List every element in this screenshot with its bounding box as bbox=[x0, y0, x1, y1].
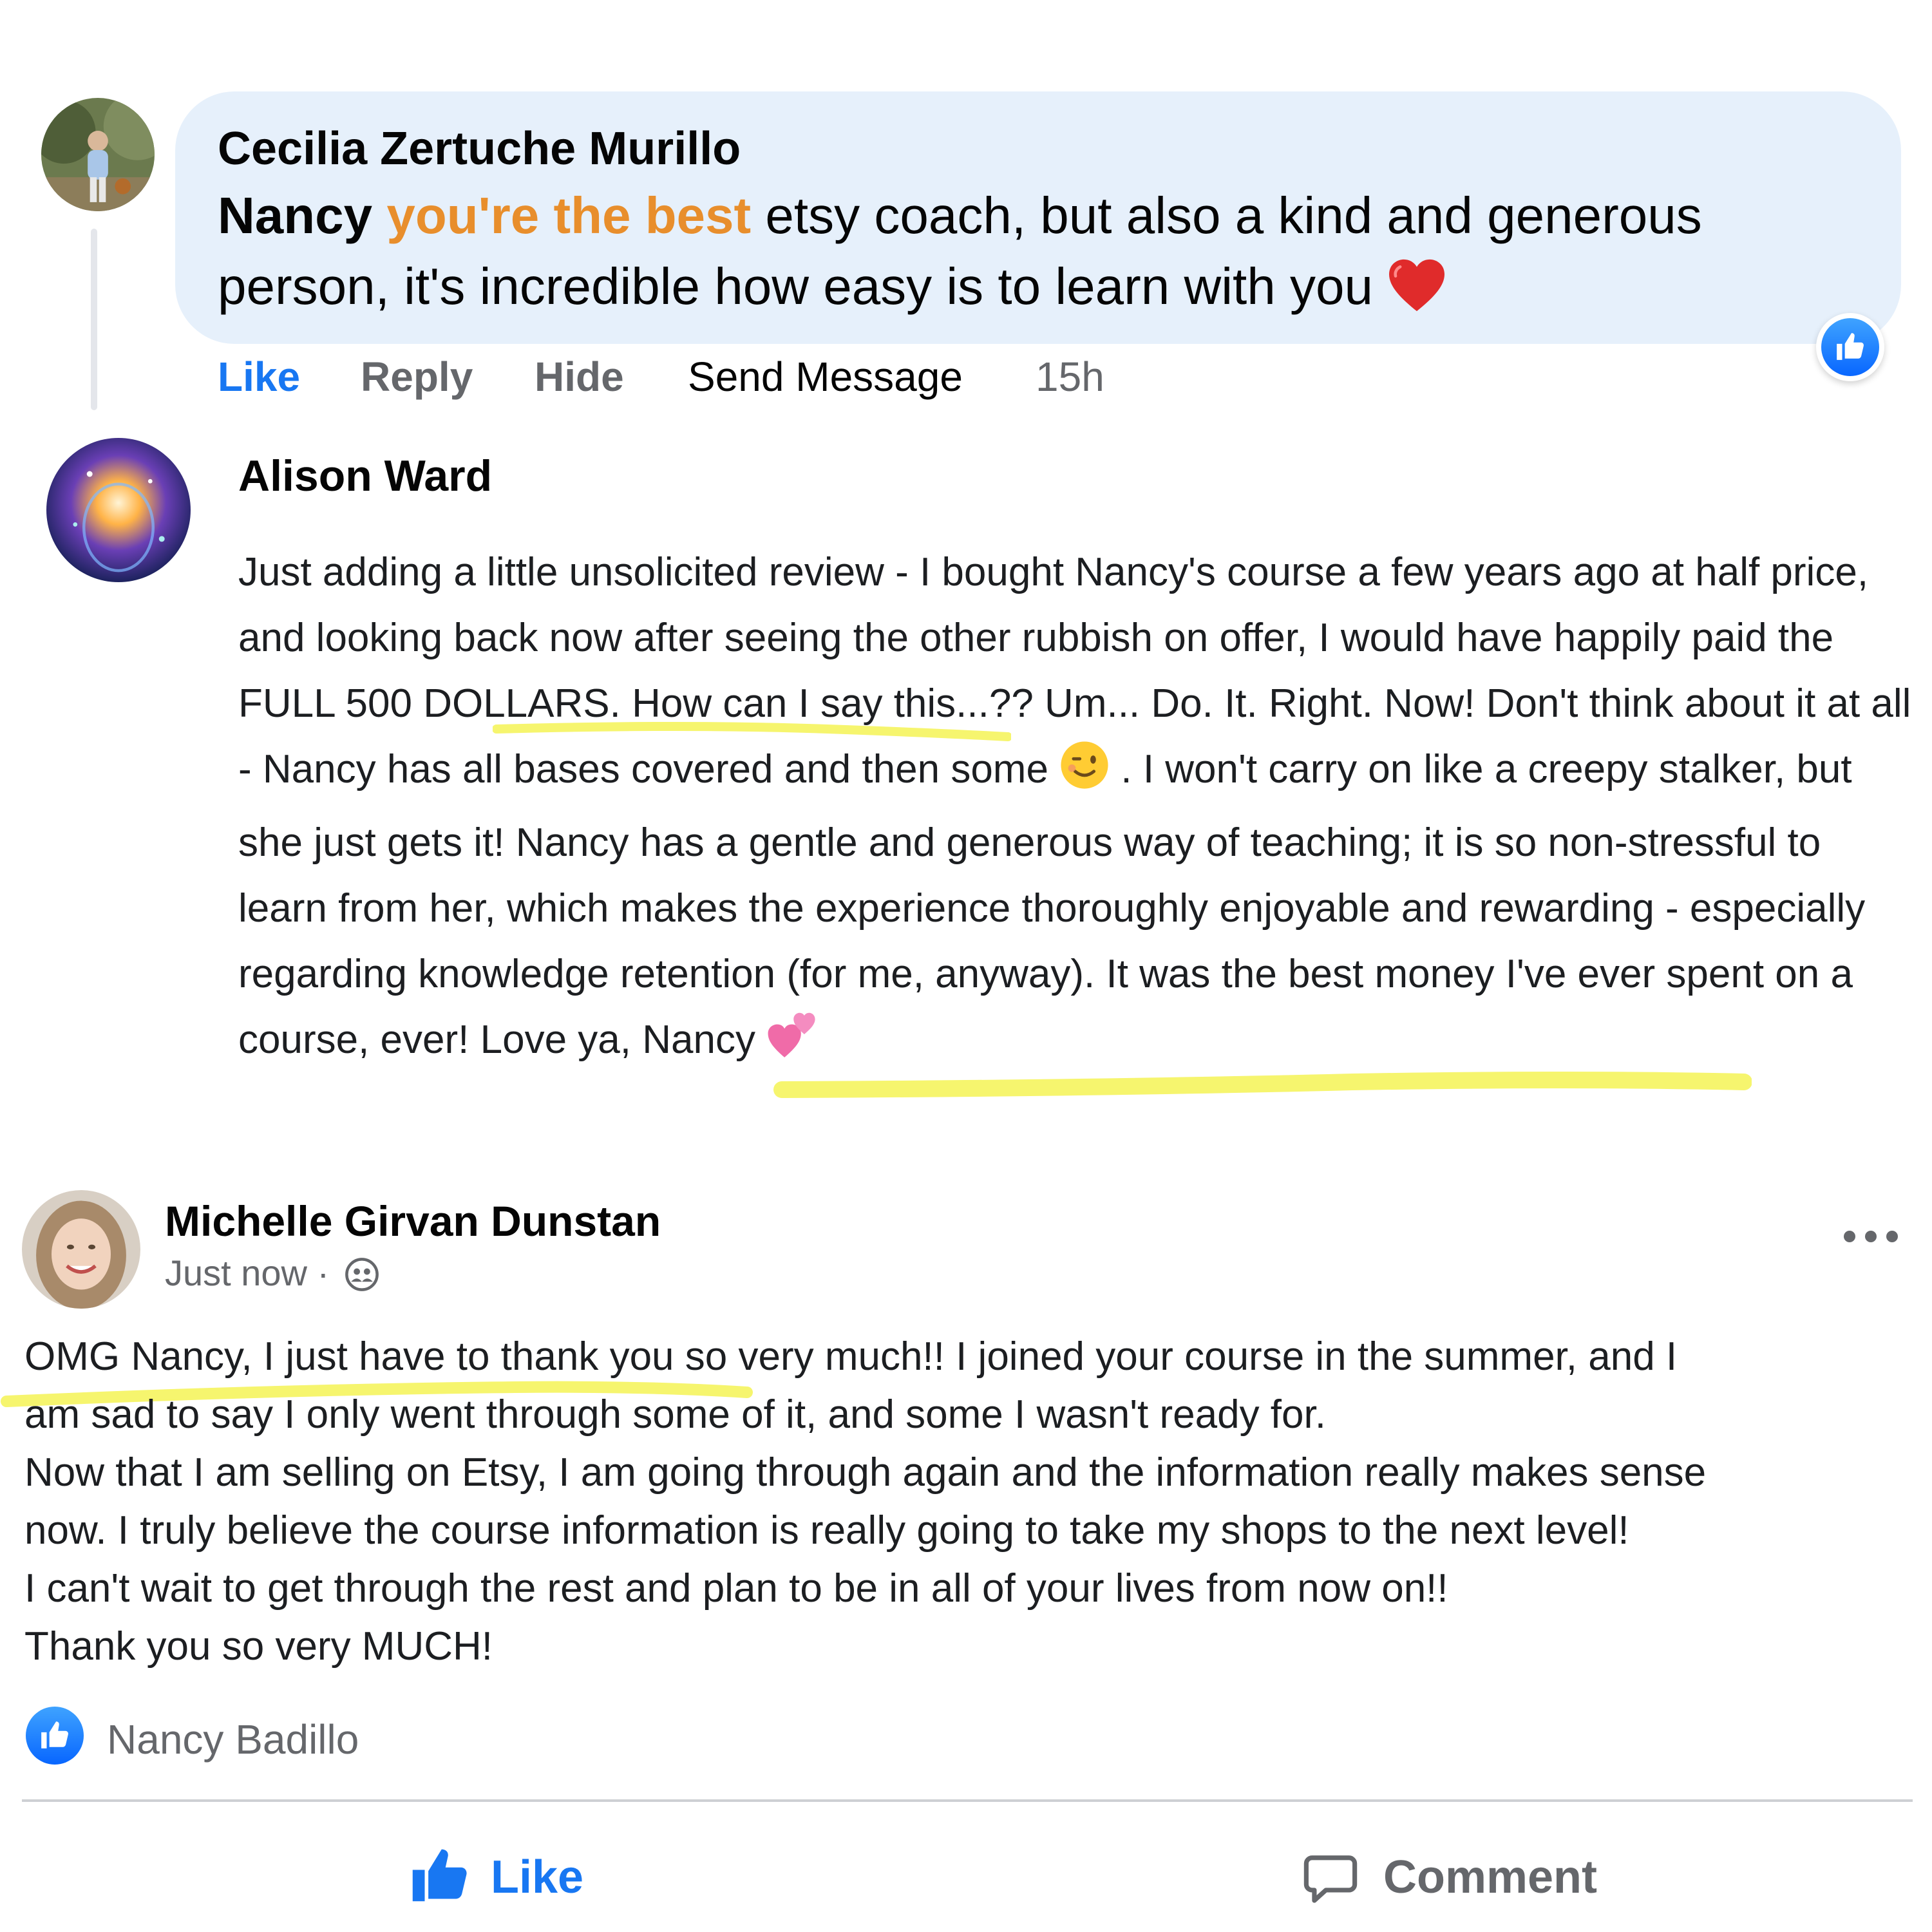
send-message-button[interactable]: Send Message bbox=[688, 353, 963, 401]
marker-highlight bbox=[493, 722, 1011, 741]
post-text: OMG Nancy, I just have to thank you so v… bbox=[24, 1328, 1918, 1676]
comment-text-part: . I won't carry on like a creepy stalker… bbox=[238, 747, 1866, 1062]
like-icon bbox=[26, 1707, 84, 1765]
post-author[interactable]: Michelle Girvan Dunstan bbox=[165, 1197, 661, 1245]
reacted-by-name[interactable]: Nancy Badillo bbox=[107, 1716, 359, 1763]
like-icon bbox=[1821, 318, 1879, 376]
comment-text: Nancy you're the best etsy coach, but al… bbox=[218, 180, 1866, 322]
post-timestamp[interactable]: Just now · bbox=[165, 1253, 339, 1293]
thumbs-up-icon bbox=[412, 1849, 467, 1902]
post-meta: Just now · bbox=[165, 1252, 379, 1294]
avatar[interactable] bbox=[41, 98, 155, 211]
comment-author[interactable]: Alison Ward bbox=[238, 451, 492, 501]
more-options-icon[interactable] bbox=[1835, 1224, 1906, 1249]
mention-nancy[interactable]: Nancy bbox=[218, 187, 372, 244]
highlighted-phrase: you're the best bbox=[386, 187, 752, 244]
friends-icon[interactable] bbox=[345, 1257, 379, 1292]
post-like-label: Like bbox=[491, 1852, 584, 1903]
avatar-cosmic-head bbox=[46, 438, 191, 582]
winking-face-icon bbox=[1059, 740, 1110, 810]
divider bbox=[22, 1799, 1913, 1802]
comment-timestamp[interactable]: 15h bbox=[1036, 353, 1104, 401]
post-text-line: I can't wait to get through the rest and… bbox=[24, 1566, 1448, 1611]
post-text-line: Thank you so very MUCH! bbox=[24, 1624, 493, 1669]
comment-hide-button[interactable]: Hide bbox=[535, 353, 624, 401]
avatar-portrait bbox=[22, 1190, 140, 1309]
thread-line bbox=[91, 229, 97, 410]
comment-reply-button[interactable]: Reply bbox=[361, 353, 473, 401]
comment-like-button[interactable]: Like bbox=[218, 353, 300, 401]
avatar[interactable] bbox=[22, 1190, 140, 1309]
avatar-photo-garden bbox=[41, 98, 155, 211]
like-reaction-badge[interactable] bbox=[1816, 313, 1884, 381]
comment-author[interactable]: Cecilia Zertuche Murillo bbox=[218, 122, 741, 175]
post-comment-label: Comment bbox=[1383, 1852, 1598, 1903]
post-text-line: OMG Nancy, I just have to thank you so v… bbox=[24, 1334, 1678, 1379]
red-heart-icon bbox=[1387, 258, 1446, 313]
post-text-line: am sad to say I only went through some o… bbox=[24, 1392, 1326, 1437]
post-text-line: now. I truly believe the course informat… bbox=[24, 1508, 1629, 1553]
avatar[interactable] bbox=[46, 438, 191, 582]
marker-highlight bbox=[773, 1072, 1752, 1098]
speech-bubble-icon bbox=[1303, 1855, 1358, 1903]
comment-text: Just adding a little unsolicited review … bbox=[238, 540, 1919, 1081]
post-text-line: Now that I am selling on Etsy, I am goin… bbox=[24, 1450, 1707, 1495]
